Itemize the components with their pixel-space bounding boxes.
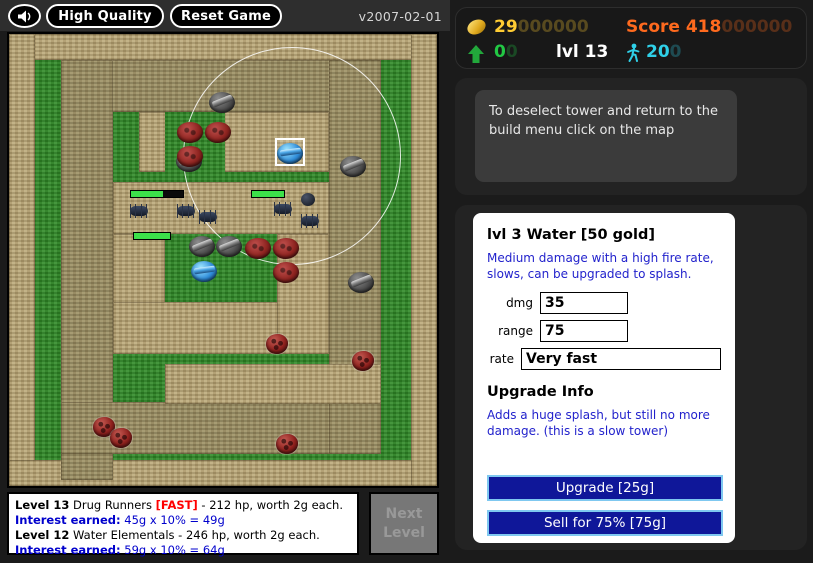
upgrade-description: Adds a huge splash, but still no more da…	[487, 408, 710, 438]
health-bar	[251, 190, 285, 198]
creep	[175, 204, 197, 218]
version-label: v2007-02-01	[358, 9, 442, 24]
runner-icon	[627, 43, 640, 62]
log-level-tail: - 212 hp, worth 2g each.	[197, 498, 343, 512]
upgrade-padding: 0	[505, 42, 518, 62]
creep	[197, 210, 219, 224]
next-level-line1: Next	[385, 505, 423, 522]
blob-tower[interactable]	[177, 144, 203, 168]
creep	[297, 192, 319, 206]
creep	[272, 202, 294, 216]
upgrade-info-heading: Upgrade Info	[487, 384, 594, 400]
path-segment	[9, 34, 35, 486]
dmg-field[interactable]	[540, 292, 628, 314]
dmg-label: dmg	[506, 296, 533, 310]
upgrade-amount: 00	[494, 42, 518, 62]
score-padding: 000000	[721, 17, 793, 37]
score-value: 418	[685, 17, 722, 37]
log-level-text: Drug Runners	[69, 498, 156, 512]
creep	[299, 214, 321, 228]
coin-icon	[464, 16, 489, 38]
gold-value: 29	[494, 17, 518, 37]
log-level-label: Level 13	[15, 498, 70, 512]
path-segment	[165, 364, 381, 404]
lives-padding: 0	[669, 42, 682, 62]
tower[interactable]	[340, 154, 366, 178]
log-line: Interest earned: 59g x 10% = 64g	[15, 543, 351, 558]
health-bar	[133, 232, 171, 240]
stat-row-rate: rate	[487, 348, 721, 370]
log-interest-text: 45g x 10% = 49g	[120, 513, 225, 527]
enemy	[352, 351, 374, 371]
enemy	[266, 334, 288, 354]
sell-button[interactable]: Sell for 75% [75g]	[487, 510, 723, 536]
next-level-button[interactable]: Next Level	[369, 492, 439, 555]
upgrade-value: 0	[494, 42, 506, 62]
tower[interactable]	[216, 234, 242, 258]
game-map[interactable]	[7, 32, 439, 488]
health-bar	[130, 190, 184, 198]
speaker-icon[interactable]	[8, 4, 41, 28]
log-interest-label: Interest earned:	[15, 513, 121, 527]
message-container: To deselect tower and return to the buil…	[455, 78, 807, 195]
up-arrow-icon	[468, 45, 484, 63]
speaker-glyph	[17, 10, 30, 22]
high-quality-label: High Quality	[58, 8, 152, 24]
blob-tower[interactable]	[273, 236, 299, 260]
rate-label: rate	[489, 352, 514, 366]
tower-description: Medium damage with a high fire rate, slo…	[487, 251, 714, 281]
map-canvas[interactable]	[9, 34, 437, 486]
stat-row-range: range	[487, 320, 721, 342]
log-fast-tag: [FAST]	[155, 498, 198, 512]
hint-message: To deselect tower and return to the buil…	[475, 90, 737, 182]
water-tower[interactable]	[191, 259, 217, 283]
reset-game-label: Reset Game	[181, 8, 271, 24]
tower-info-panel: lvl 3 Water [50 gold] Medium damage with…	[473, 213, 735, 543]
blob-tower[interactable]	[205, 120, 231, 144]
log-interest-label: Interest earned:	[15, 543, 121, 557]
lives-value: 20	[646, 42, 670, 62]
path-segment	[411, 34, 437, 486]
top-toolbar: High Quality Reset Game v2007-02-01	[0, 0, 450, 31]
blob-tower[interactable]	[177, 120, 203, 144]
log-level-label: Level 12	[15, 528, 70, 542]
log-line: Level 13 Drug Runners [FAST] - 212 hp, w…	[15, 498, 351, 513]
log-line: Interest earned: 45g x 10% = 49g	[15, 513, 351, 528]
level-label: lvl 13	[556, 42, 609, 62]
water-tower-selected[interactable]	[277, 141, 303, 165]
creep	[128, 204, 150, 218]
blob-tower[interactable]	[245, 236, 271, 260]
tower-panel-container: lvl 3 Water [50 gold] Medium damage with…	[455, 205, 807, 550]
tower[interactable]	[189, 234, 215, 258]
log-level-text: Water Elementals - 246 hp, worth 2g each…	[69, 528, 320, 542]
range-label: range	[498, 324, 533, 338]
lives-amount: 200	[646, 42, 682, 62]
rate-field[interactable]	[521, 348, 721, 370]
tower-title: lvl 3 Water [50 gold]	[487, 227, 655, 243]
range-field[interactable]	[540, 320, 628, 342]
gold-amount: 29000000	[494, 17, 589, 37]
score-amount: Score 418000000	[626, 17, 792, 37]
tower[interactable]	[348, 270, 374, 294]
score-label: Score	[626, 17, 686, 37]
blob-tower[interactable]	[273, 260, 299, 284]
high-quality-button[interactable]: High Quality	[46, 4, 164, 28]
tower[interactable]	[209, 90, 235, 114]
next-level-line2: Level	[383, 524, 425, 541]
path-segment	[9, 34, 437, 60]
enemy	[110, 428, 132, 448]
enemy	[276, 434, 298, 454]
bottom-bar: Level 13 Drug Runners [FAST] - 212 hp, w…	[7, 492, 439, 557]
log-line: Level 12 Water Elementals - 246 hp, wort…	[15, 528, 351, 543]
reset-game-button[interactable]: Reset Game	[170, 4, 282, 28]
log-interest-text: 59g x 10% = 64g	[120, 543, 225, 557]
gold-padding: 000000	[517, 17, 589, 37]
stat-row-dmg: dmg	[487, 292, 721, 314]
upgrade-button[interactable]: Upgrade [25g]	[487, 475, 723, 501]
level-info-log: Level 13 Drug Runners [FAST] - 212 hp, w…	[7, 492, 359, 558]
stats-panel: 29000000 Score 418000000 00 lvl 13 200	[455, 7, 807, 69]
